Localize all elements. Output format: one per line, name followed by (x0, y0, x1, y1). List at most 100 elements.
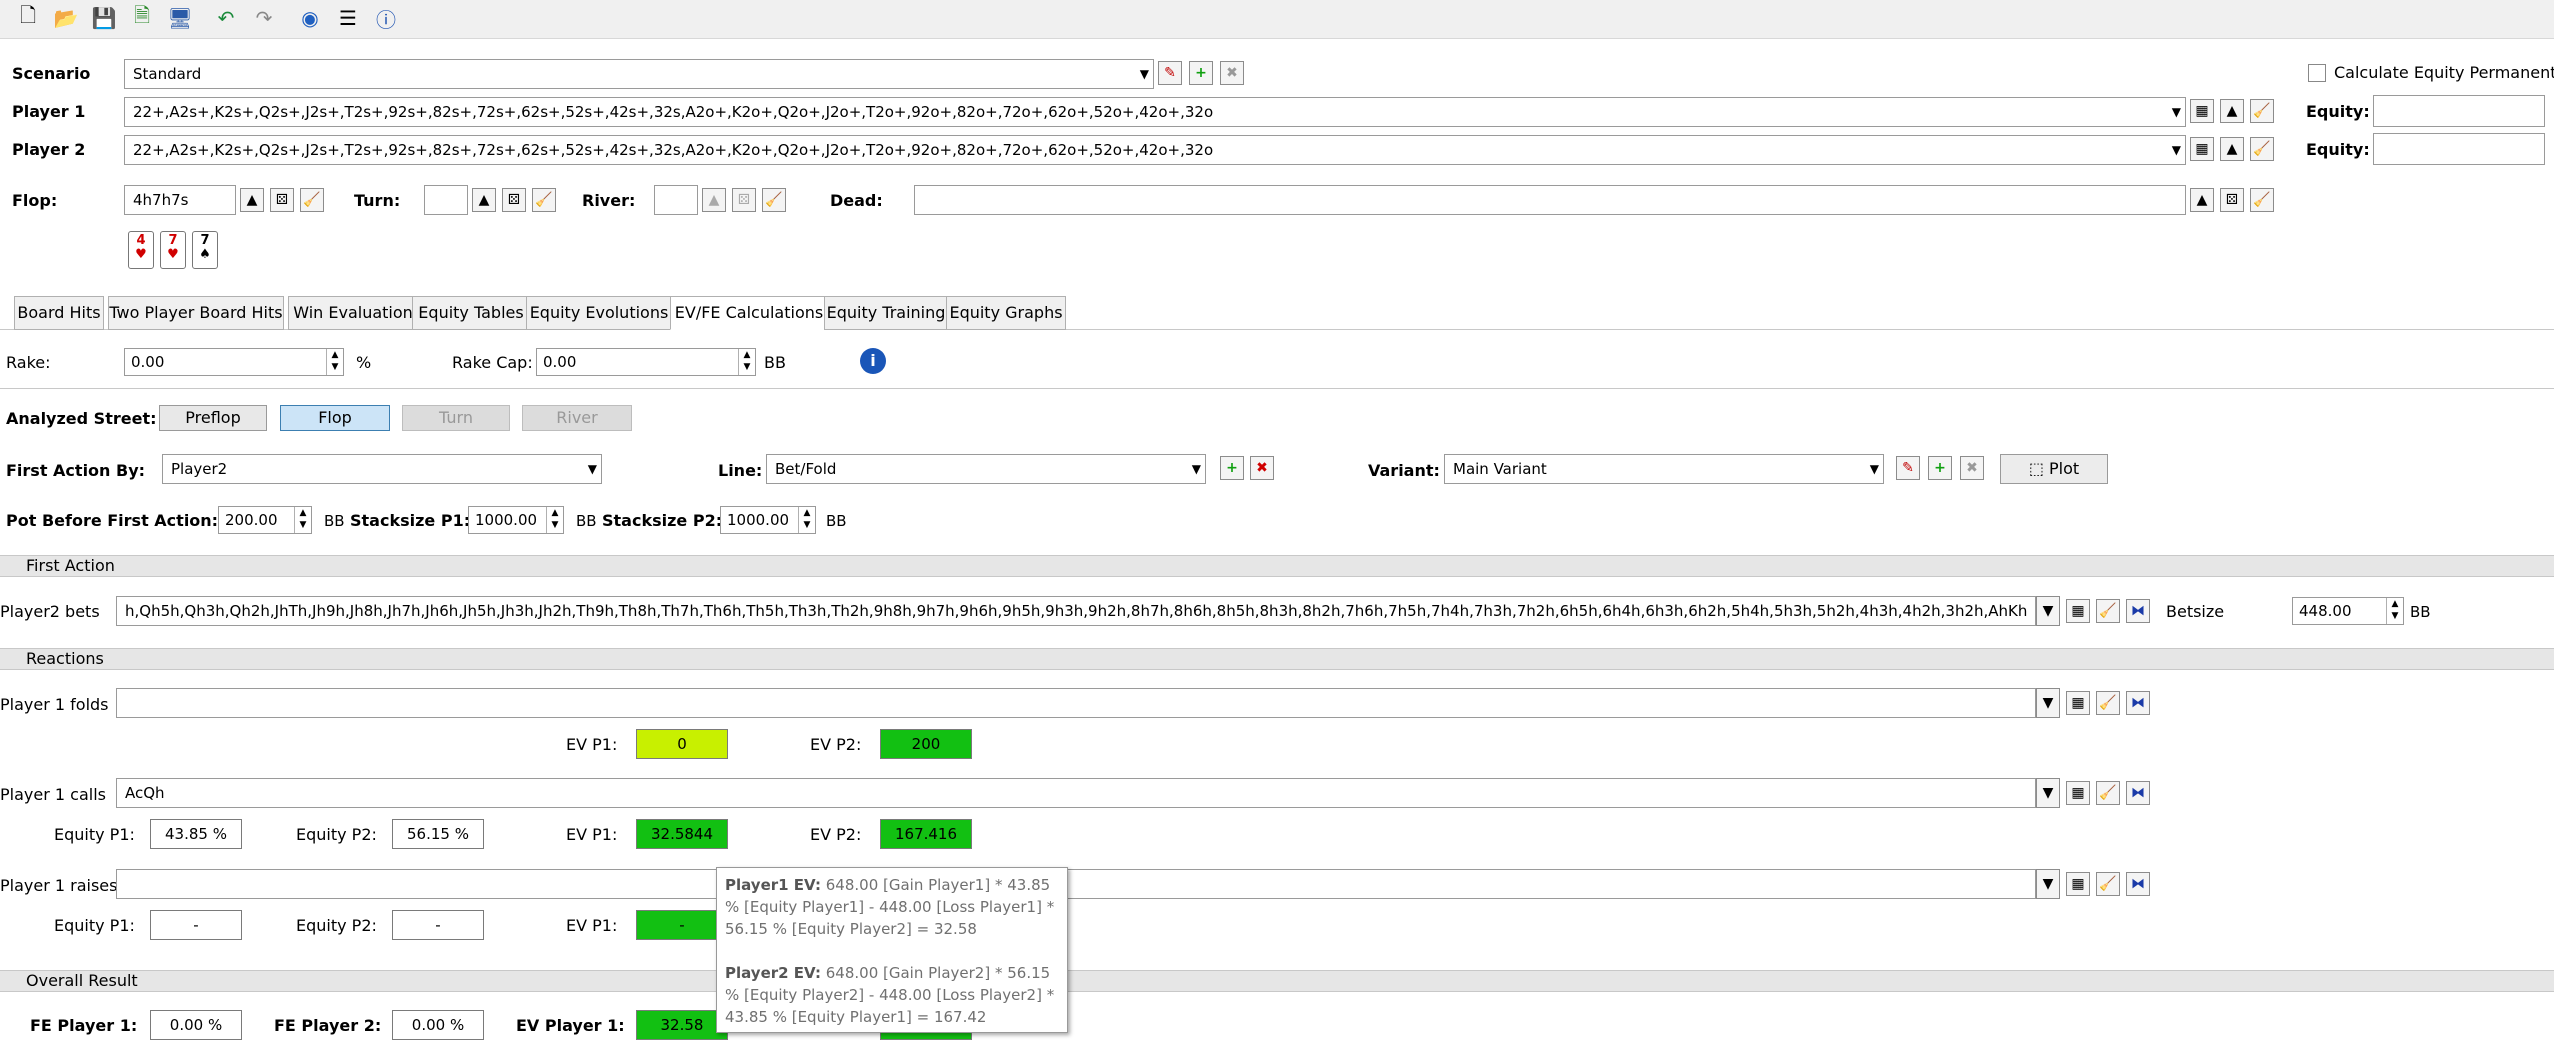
street-turn-button[interactable]: Turn (402, 405, 510, 431)
line-label: Line: (718, 461, 763, 480)
dice-icon[interactable]: ⚄ (2220, 188, 2244, 212)
undo-icon[interactable]: ↶ (212, 4, 240, 32)
weight-icon[interactable]: ⧓ (2126, 599, 2150, 623)
player1-folds-range-input[interactable] (116, 688, 2036, 718)
flop-input[interactable]: 4h7h7s (124, 185, 236, 215)
monitor-icon[interactable]: 🖥 (166, 4, 194, 32)
chevron-down-icon[interactable]: ▼ (2036, 688, 2060, 718)
tab-equity-evolutions[interactable]: Equity Evolutions (526, 296, 672, 330)
range-matrix-icon[interactable]: ▦ (2066, 872, 2090, 896)
range-matrix-icon[interactable]: ▦ (2066, 691, 2090, 715)
street-river-button[interactable]: River (522, 405, 632, 431)
calls-ev-p2-value: 167.416 (880, 819, 972, 849)
player1-calls-range-input[interactable]: AcQh (116, 778, 2036, 808)
turn-input[interactable] (424, 185, 468, 215)
calc-equity-checkbox[interactable] (2308, 64, 2326, 82)
first-action-select[interactable]: Player2 ▼ (162, 454, 602, 484)
card-picker-icon[interactable]: ▲ (240, 188, 264, 212)
broom-icon[interactable]: 🧹 (2250, 137, 2274, 161)
tab-equity-graphs[interactable]: Equity Graphs (946, 296, 1066, 330)
broom-icon[interactable]: 🧹 (300, 188, 324, 212)
card-picker-icon[interactable]: ▲ (472, 188, 496, 212)
tooltip-p1-line3: 56.15 % [Equity Player2] = 32.58 (725, 920, 977, 938)
broom-icon[interactable]: 🧹 (2250, 99, 2274, 123)
player1-range-input[interactable]: 22+,A2s+,K2s+,Q2s+,J2s+,T2s+,92s+,82s+,7… (124, 97, 2186, 127)
tab-equity-tables[interactable]: Equity Tables (412, 296, 530, 330)
river-input[interactable] (654, 185, 698, 215)
range-matrix-icon[interactable]: ▦ (2066, 781, 2090, 805)
rake-spinner[interactable]: 0.00 ▲ ▼ (124, 348, 344, 376)
pot-unit: BB (324, 512, 345, 530)
folds-ev-p1-label: EV P1: (566, 735, 618, 754)
dead-input[interactable] (914, 185, 2186, 215)
refresh-icon[interactable]: ◉ (296, 4, 324, 32)
tab-ev-fe-calculations[interactable]: EV/FE Calculations (670, 296, 828, 330)
broom-icon[interactable]: 🧹 (762, 188, 786, 212)
range-matrix-icon[interactable]: ▦ (2190, 99, 2214, 123)
chevron-down-icon: ▼ (1869, 462, 1879, 476)
scenario-select[interactable]: Standard ▼ (124, 59, 1154, 89)
dead-label: Dead: (830, 191, 883, 210)
stacksize-p2-spinner[interactable]: 1000.00 ▲ ▼ (720, 506, 816, 534)
player1-raises-range-input[interactable] (116, 869, 2036, 899)
fe-player1-label: FE Player 1: (30, 1016, 138, 1035)
street-preflop-button[interactable]: Preflop (159, 405, 267, 431)
card-picker-icon[interactable]: ▲ (702, 188, 726, 212)
street-flop-button[interactable]: Flop (280, 405, 390, 431)
dice-icon[interactable]: ⚄ (270, 188, 294, 212)
chevron-down-icon[interactable]: ▼ (2036, 869, 2060, 899)
tab-equity-training[interactable]: Equity Training (824, 296, 948, 330)
save-icon[interactable]: 💾 (90, 4, 118, 32)
broom-icon[interactable]: 🧹 (2250, 188, 2274, 212)
broom-icon[interactable]: 🧹 (2096, 781, 2120, 805)
range-matrix-icon[interactable]: ▦ (2066, 599, 2090, 623)
delete-variant-icon[interactable]: ✖ (1960, 456, 1984, 480)
raises-ev-p1-label: EV P1: (566, 916, 618, 935)
tab-two-player-board-hits[interactable]: Two Player Board Hits (108, 296, 284, 330)
edit-scenario-icon[interactable]: ✎ (1158, 61, 1182, 85)
betsize-spinner[interactable]: 448.00 ▲ ▼ (2292, 597, 2404, 625)
add-variant-icon[interactable]: + (1928, 456, 1952, 480)
list-icon[interactable]: ☰ (334, 4, 362, 32)
broom-icon[interactable]: 🧹 (532, 188, 556, 212)
dice-icon[interactable]: ⚄ (732, 188, 756, 212)
weight-icon[interactable]: ⧓ (2126, 781, 2150, 805)
add-scenario-icon[interactable]: + (1189, 61, 1213, 85)
export-icon[interactable]: 🗎 (128, 3, 156, 32)
plot-button[interactable]: ⬚ Plot (2000, 454, 2108, 484)
spinner-arrows-icon: ▲ ▼ (2386, 598, 2403, 624)
broom-icon[interactable]: 🧹 (2096, 872, 2120, 896)
range-upload-icon[interactable]: ▲ (2220, 99, 2244, 123)
weight-icon[interactable]: ⧓ (2126, 691, 2150, 715)
open-folder-icon[interactable]: 📂 (52, 4, 80, 32)
betsize-unit: BB (2410, 603, 2431, 621)
range-upload-icon[interactable]: ▲ (2220, 137, 2244, 161)
range-matrix-icon[interactable]: ▦ (2190, 137, 2214, 161)
rake-cap-spinner[interactable]: 0.00 ▲ ▼ (536, 348, 756, 376)
pot-spinner[interactable]: 200.00 ▲ ▼ (218, 506, 312, 534)
delete-line-icon[interactable]: ✖ (1250, 456, 1274, 480)
card-picker-icon[interactable]: ▲ (2190, 188, 2214, 212)
edit-variant-icon[interactable]: ✎ (1896, 456, 1920, 480)
broom-icon[interactable]: 🧹 (2096, 599, 2120, 623)
player2-range-input[interactable]: 22+,A2s+,K2s+,Q2s+,J2s+,T2s+,92s+,82s+,7… (124, 135, 2186, 165)
scenario-label: Scenario (12, 64, 91, 83)
tab-win-evaluation[interactable]: Win Evaluation (288, 296, 418, 330)
stacksize-p1-spinner[interactable]: 1000.00 ▲ ▼ (468, 506, 564, 534)
add-line-icon[interactable]: + (1220, 456, 1244, 480)
redo-icon[interactable]: ↷ (250, 4, 278, 32)
info-icon[interactable]: ⓘ (372, 4, 400, 32)
chevron-down-icon[interactable]: ▼ (2036, 778, 2060, 808)
dice-icon[interactable]: ⚄ (502, 188, 526, 212)
weight-icon[interactable]: ⧓ (2126, 872, 2150, 896)
tab-board-hits[interactable]: Board Hits (14, 296, 104, 330)
delete-scenario-icon[interactable]: ✖ (1220, 61, 1244, 85)
broom-icon[interactable]: 🧹 (2096, 691, 2120, 715)
new-file-icon[interactable]: 🗋 (14, 3, 42, 32)
chevron-down-icon[interactable]: ▼ (2036, 596, 2060, 626)
line-select[interactable]: Bet/Fold ▼ (766, 454, 1206, 484)
info-icon[interactable]: i (860, 348, 886, 374)
chevron-down-icon: ▼ (587, 462, 597, 476)
variant-select[interactable]: Main Variant ▼ (1444, 454, 1884, 484)
player2-bets-range-input[interactable]: h,Qh5h,Qh3h,Qh2h,JhTh,Jh9h,Jh8h,Jh7h,Jh6… (116, 596, 2036, 626)
